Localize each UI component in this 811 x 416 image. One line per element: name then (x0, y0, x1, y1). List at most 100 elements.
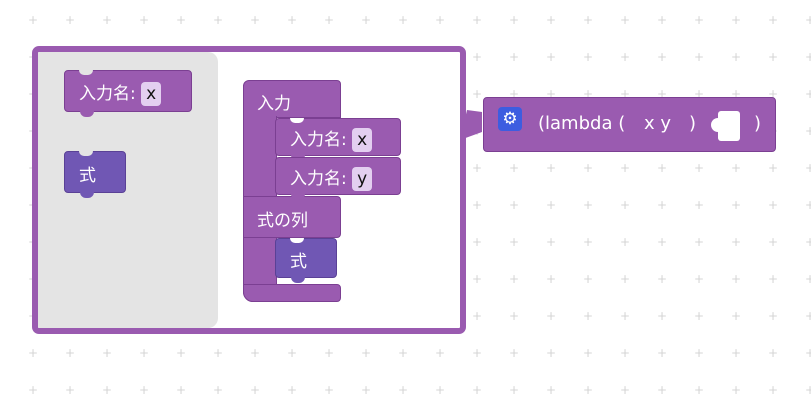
grid-dot: + (694, 198, 705, 212)
flyout-expression-block[interactable]: 式 (64, 151, 126, 198)
grid-dot: + (583, 50, 594, 64)
grid-dot: + (694, 383, 705, 397)
input-name-field-y[interactable]: y (352, 167, 373, 191)
grid-dot: + (324, 346, 335, 360)
grid-dot: + (583, 346, 594, 360)
grid-dot: + (28, 383, 39, 397)
grid-dot: + (620, 198, 631, 212)
grid-dot: + (213, 346, 224, 360)
grid-dot: + (805, 309, 811, 323)
grid-dot: + (805, 161, 811, 175)
grid-dot: + (546, 235, 557, 249)
grid-dot: + (731, 13, 742, 27)
grid-dot: + (213, 383, 224, 397)
grid-dot: + (768, 235, 779, 249)
input-name-label: 入力名: (290, 130, 347, 150)
grid-dot: + (509, 13, 520, 27)
grid-dot: + (250, 13, 261, 27)
grid-dot: + (472, 87, 483, 101)
grid-dot: + (472, 309, 483, 323)
container-block[interactable]: 入力 式の列 入力名: x 入力名: y 式 (243, 80, 401, 302)
grid-dot: + (509, 346, 520, 360)
grid-dot: + (546, 346, 557, 360)
grid-dot: + (805, 272, 811, 286)
grid-dot: + (398, 346, 409, 360)
grid-dot: + (620, 383, 631, 397)
lambda-params-close: ) (689, 113, 697, 134)
grid-dot: + (805, 198, 811, 212)
grid-dot: + (139, 346, 150, 360)
grid-dot: + (620, 309, 631, 323)
grid-dot: + (546, 198, 557, 212)
grid-dot: + (472, 346, 483, 360)
grid-dot: + (694, 272, 705, 286)
grid-dot: + (620, 235, 631, 249)
gear-icon[interactable]: ⚙ (498, 107, 522, 131)
grid-dot: + (472, 198, 483, 212)
body-input-slot[interactable] (711, 111, 740, 141)
grid-dot: + (583, 272, 594, 286)
grid-dot: + (583, 309, 594, 323)
grid-dot: + (65, 346, 76, 360)
grid-dot: + (65, 13, 76, 27)
grid-dot: + (768, 309, 779, 323)
grid-dot: + (509, 272, 520, 286)
grid-dot: + (694, 13, 705, 27)
grid-dot: + (583, 383, 594, 397)
input-name-label: 入力名: (79, 84, 136, 104)
grid-dot: + (102, 13, 113, 27)
grid-dot: + (472, 383, 483, 397)
expression-label: 式 (79, 166, 96, 186)
lambda-close-text: ) (754, 113, 762, 134)
grid-dot: + (472, 124, 483, 138)
grid-dot: + (102, 383, 113, 397)
grid-dot: + (768, 50, 779, 64)
grid-dot: + (657, 309, 668, 323)
grid-dot: + (472, 161, 483, 175)
grid-dot: + (620, 50, 631, 64)
input-name-label: 入力名: (290, 169, 347, 189)
lambda-block[interactable]: ⚙ (lambda ( x y ) ) (483, 97, 776, 152)
grid-dot: + (361, 346, 372, 360)
grid-dot: + (657, 272, 668, 286)
grid-dot: + (694, 50, 705, 64)
grid-dot: + (805, 346, 811, 360)
grid-dot: + (657, 346, 668, 360)
grid-dot: + (250, 383, 261, 397)
grid-dot: + (509, 50, 520, 64)
grid-dot: + (472, 13, 483, 27)
input-name-field[interactable]: x (141, 82, 162, 106)
input-name-block-y[interactable]: 入力名: y (275, 157, 401, 200)
grid-dot: + (731, 161, 742, 175)
grid-dot: + (139, 383, 150, 397)
grid-dot: + (176, 383, 187, 397)
grid-dot: + (805, 383, 811, 397)
grid-dot: + (509, 161, 520, 175)
expression-sequence-label: 式の列 (257, 211, 308, 231)
input-name-block-x[interactable]: 入力名: x (275, 118, 401, 161)
grid-dot: + (509, 198, 520, 212)
grid-dot: + (435, 383, 446, 397)
input-name-field-x[interactable]: x (352, 128, 373, 152)
grid-dot: + (287, 346, 298, 360)
grid-dot: + (694, 346, 705, 360)
expression-block[interactable]: 式 (275, 238, 337, 283)
grid-dot: + (472, 272, 483, 286)
grid-dot: + (805, 50, 811, 64)
grid-dot: + (768, 346, 779, 360)
grid-dot: + (768, 272, 779, 286)
grid-dot: + (694, 309, 705, 323)
flyout-input-name-block[interactable]: 入力名: x (64, 70, 192, 117)
grid-dot: + (546, 383, 557, 397)
grid-dot: + (546, 272, 557, 286)
grid-dot: + (398, 383, 409, 397)
grid-dot: + (176, 346, 187, 360)
grid-dot: + (546, 161, 557, 175)
grid-dot: + (620, 161, 631, 175)
grid-dot: + (657, 50, 668, 64)
grid-dot: + (731, 272, 742, 286)
grid-dot: + (435, 346, 446, 360)
grid-dot: + (472, 235, 483, 249)
grid-dot: + (102, 346, 113, 360)
grid-dot: + (620, 13, 631, 27)
